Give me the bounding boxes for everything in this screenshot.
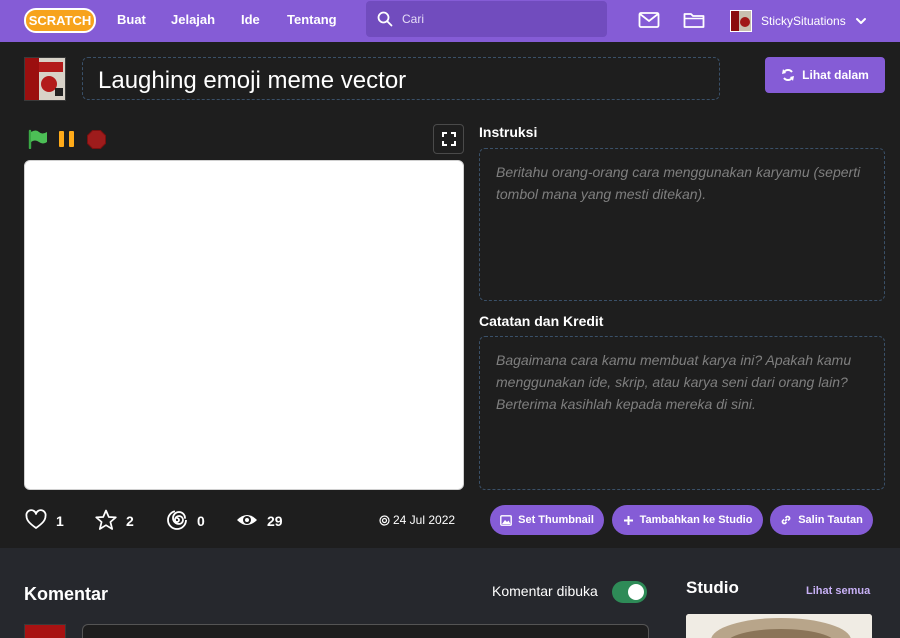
- date-text: 24 Jul 2022: [393, 513, 456, 527]
- see-all-studios-link[interactable]: Lihat semua: [806, 585, 870, 597]
- username[interactable]: StickySituations: [761, 14, 846, 28]
- nav-link-about[interactable]: Tentang: [287, 12, 337, 27]
- plus-icon: [623, 515, 633, 525]
- instructions-textarea[interactable]: Beritahu orang-orang cara menggunakan ka…: [479, 148, 885, 301]
- link-icon: [781, 515, 791, 525]
- see-inside-label: Lihat dalam: [802, 68, 869, 82]
- comment-input[interactable]: [82, 624, 649, 638]
- scratch-logo[interactable]: SCRATCH: [24, 7, 96, 34]
- comment-user-avatar: [24, 624, 66, 638]
- notes-credits-label: Catatan dan Kredit: [479, 313, 604, 329]
- image-icon: [500, 514, 513, 526]
- notes-credits-textarea[interactable]: Bagaimana cara kamu membuat karya ini? A…: [479, 336, 885, 490]
- studios-title: Studio: [686, 578, 739, 597]
- my-stuff-folder-icon[interactable]: [683, 10, 705, 30]
- fullscreen-icon: [441, 132, 456, 146]
- search-bar[interactable]: [366, 1, 607, 37]
- project-date: 24 Jul 2022: [379, 513, 455, 527]
- notes-placeholder: Bagaimana cara kamu membuat karya ini? A…: [496, 352, 852, 412]
- stop-icon[interactable]: [87, 130, 106, 149]
- instructions-placeholder: Beritahu orang-orang cara menggunakan ka…: [496, 164, 861, 202]
- favorite-count: 2: [126, 513, 134, 529]
- set-thumbnail-button[interactable]: Set Thumbnail: [490, 505, 604, 535]
- chevron-down-icon[interactable]: [855, 15, 867, 27]
- studio-thumbnail[interactable]: [686, 614, 872, 638]
- fullscreen-button[interactable]: [433, 124, 464, 154]
- shared-date-icon: [379, 514, 390, 526]
- avatar-image-icon: [731, 11, 751, 31]
- project-stage[interactable]: [24, 160, 464, 490]
- comments-status-label: Komentar dibuka: [492, 583, 598, 599]
- remix-arrows-icon: [782, 69, 795, 81]
- messages-icon[interactable]: [638, 10, 660, 30]
- green-flag-icon[interactable]: [28, 129, 48, 149]
- comments-title: Komentar: [24, 584, 109, 604]
- search-input[interactable]: [402, 10, 597, 28]
- add-to-studio-label: Tambahkan ke Studio: [639, 514, 753, 526]
- project-title-field[interactable]: Laughing emoji meme vector: [82, 57, 720, 100]
- comments-toggle[interactable]: [612, 581, 647, 603]
- project-author-thumbnail[interactable]: [24, 57, 66, 101]
- user-avatar[interactable]: [730, 10, 752, 32]
- nav-link-explore[interactable]: Jelajah: [171, 12, 215, 27]
- nav-link-create[interactable]: Buat: [117, 12, 146, 27]
- thumbnail-image-icon: [25, 58, 65, 100]
- see-inside-button[interactable]: Lihat dalam: [765, 57, 885, 93]
- view-count: 29: [267, 513, 283, 529]
- project-title: Laughing emoji meme vector: [98, 67, 407, 94]
- views-eye-icon: [237, 515, 257, 525]
- love-heart-icon[interactable]: [25, 509, 47, 531]
- top-nav: SCRATCH Buat Jelajah Ide Tentang StickyS…: [0, 0, 900, 42]
- copy-link-button[interactable]: Salin Tautan: [770, 505, 873, 535]
- set-thumbnail-label: Set Thumbnail: [518, 514, 594, 526]
- remix-spiral-icon: [167, 510, 187, 530]
- copy-link-label: Salin Tautan: [798, 514, 863, 526]
- add-to-studio-button[interactable]: Tambahkan ke Studio: [612, 505, 763, 535]
- logo-text: SCRATCH: [29, 13, 92, 28]
- studio-image-icon: [686, 614, 872, 638]
- love-count: 1: [56, 513, 64, 529]
- remix-count: 0: [197, 513, 205, 529]
- pause-icon[interactable]: [57, 130, 77, 148]
- instructions-label: Instruksi: [479, 124, 538, 140]
- toggle-knob: [628, 584, 644, 600]
- favorite-star-icon[interactable]: [95, 509, 117, 531]
- nav-link-ideas[interactable]: Ide: [241, 12, 260, 27]
- search-icon: [377, 11, 393, 27]
